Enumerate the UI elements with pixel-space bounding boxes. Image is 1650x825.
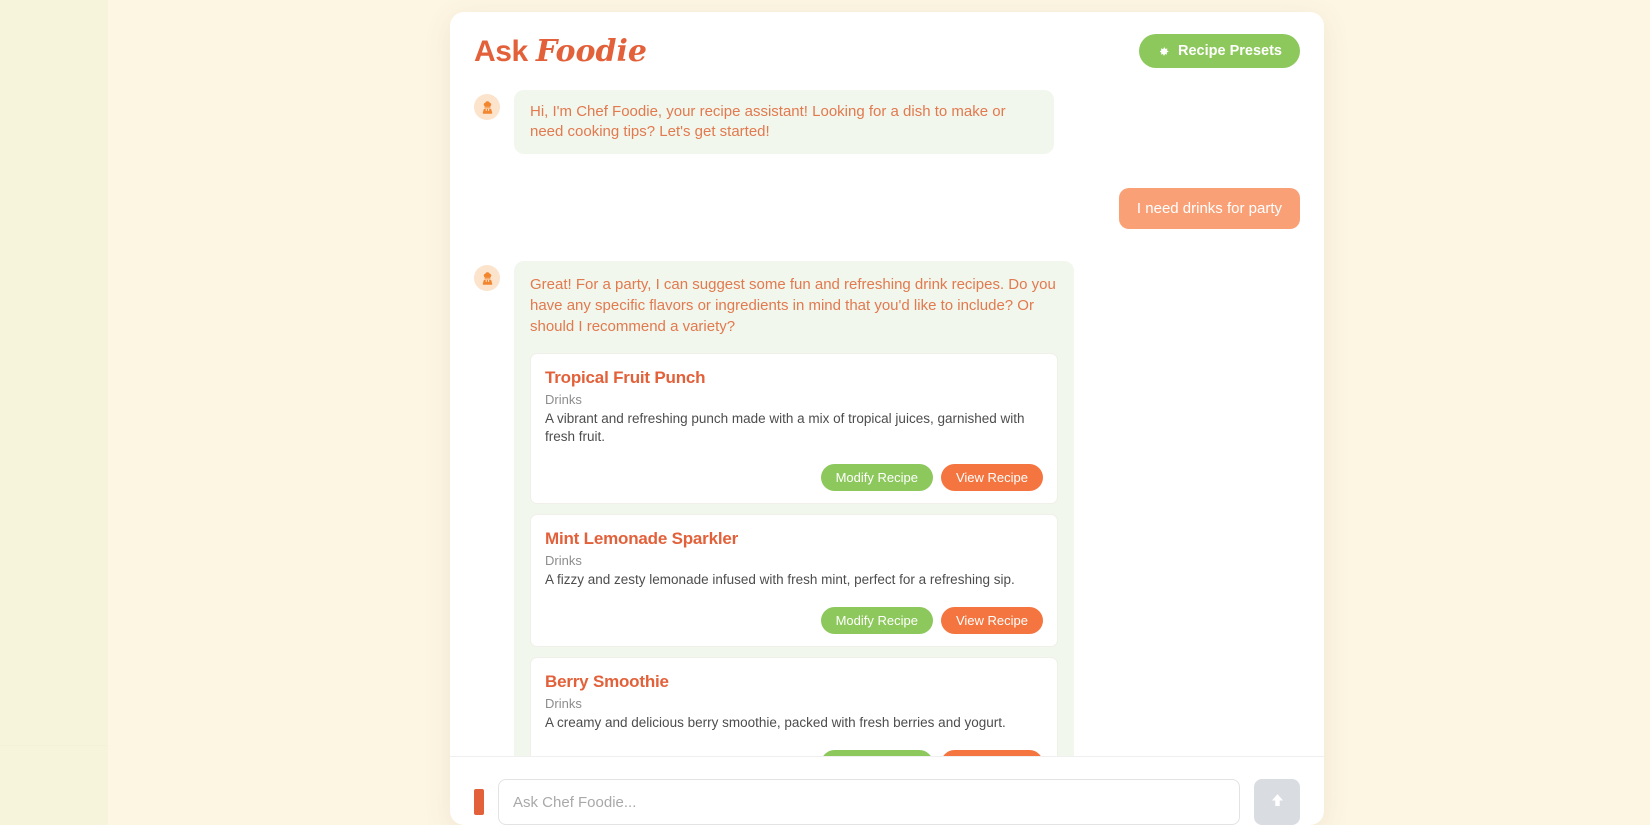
chat-bubble-assistant: Great! For a party, I can suggest some f… <box>530 276 1056 335</box>
chat-input[interactable] <box>498 779 1240 825</box>
recipe-card-actions: Modify Recipe View Recipe <box>545 749 1043 756</box>
message-composer <box>450 756 1324 825</box>
brand-secondary: Foodie <box>535 33 647 69</box>
chat-message-assistant-greeting: Hi, I'm Chef Foodie, your recipe assista… <box>474 90 1300 154</box>
modify-recipe-button[interactable]: Modify Recipe <box>820 749 933 756</box>
chef-avatar-icon <box>474 265 500 292</box>
chat-message-user: I need drinks for party <box>474 187 1300 230</box>
recipe-presets-button[interactable]: Recipe Presets <box>1139 34 1300 68</box>
recipe-presets-label: Recipe Presets <box>1178 43 1282 59</box>
modal-header: Ask Foodie Recipe Presets <box>450 12 1324 90</box>
chat-bubble-user: I need drinks for party <box>1118 187 1300 230</box>
page-title: Ask Foodie <box>474 34 647 69</box>
send-button[interactable] <box>1254 779 1300 825</box>
chat-message-list[interactable]: Hi, I'm Chef Foodie, your recipe assista… <box>450 90 1324 756</box>
recipe-card-actions: Modify Recipe View Recipe <box>545 464 1043 492</box>
chat-message-assistant-recipes: Great! For a party, I can suggest some f… <box>474 261 1300 756</box>
recipe-description: A creamy and delicious berry smoothie, p… <box>545 714 1006 730</box>
assistant-recipe-block: Great! For a party, I can suggest some f… <box>514 261 1074 756</box>
view-recipe-button[interactable]: View Recipe <box>940 606 1043 634</box>
recipe-title: Tropical Fruit Punch <box>545 368 706 388</box>
recipe-card[interactable]: Mint Lemonade Sparkler Drinks A fizzy an… <box>530 514 1058 647</box>
recipe-category: Drinks <box>545 553 582 569</box>
recipe-card-actions: Modify Recipe View Recipe <box>545 606 1043 634</box>
recipe-title: Mint Lemonade Sparkler <box>545 529 739 549</box>
chef-avatar-icon <box>474 94 500 120</box>
ask-foodie-modal: Ask Foodie Recipe Presets Hi, I'm Chef F… <box>450 12 1324 825</box>
recipe-title: Berry Smoothie <box>545 671 669 691</box>
recipe-description: A fizzy and zesty lemonade infused with … <box>545 572 1015 588</box>
modify-recipe-button[interactable]: Modify Recipe <box>820 606 933 634</box>
recipe-description: A vibrant and refreshing punch made with… <box>545 411 1025 445</box>
gear-icon <box>1157 45 1170 58</box>
view-recipe-button[interactable]: View Recipe <box>940 749 1043 756</box>
recipe-card[interactable]: Berry Smoothie Drinks A creamy and delic… <box>530 656 1058 756</box>
view-recipe-button[interactable]: View Recipe <box>940 464 1043 492</box>
modify-recipe-button[interactable]: Modify Recipe <box>820 464 933 492</box>
brand-primary: Ask <box>474 34 528 68</box>
send-arrow-icon <box>1268 791 1287 813</box>
recipe-category: Drinks <box>545 392 582 408</box>
recipe-card[interactable]: Tropical Fruit Punch Drinks A vibrant an… <box>530 353 1058 505</box>
user-avatar <box>474 789 484 815</box>
recipe-category: Drinks <box>545 695 582 711</box>
chat-bubble-assistant: Hi, I'm Chef Foodie, your recipe assista… <box>514 90 1054 154</box>
